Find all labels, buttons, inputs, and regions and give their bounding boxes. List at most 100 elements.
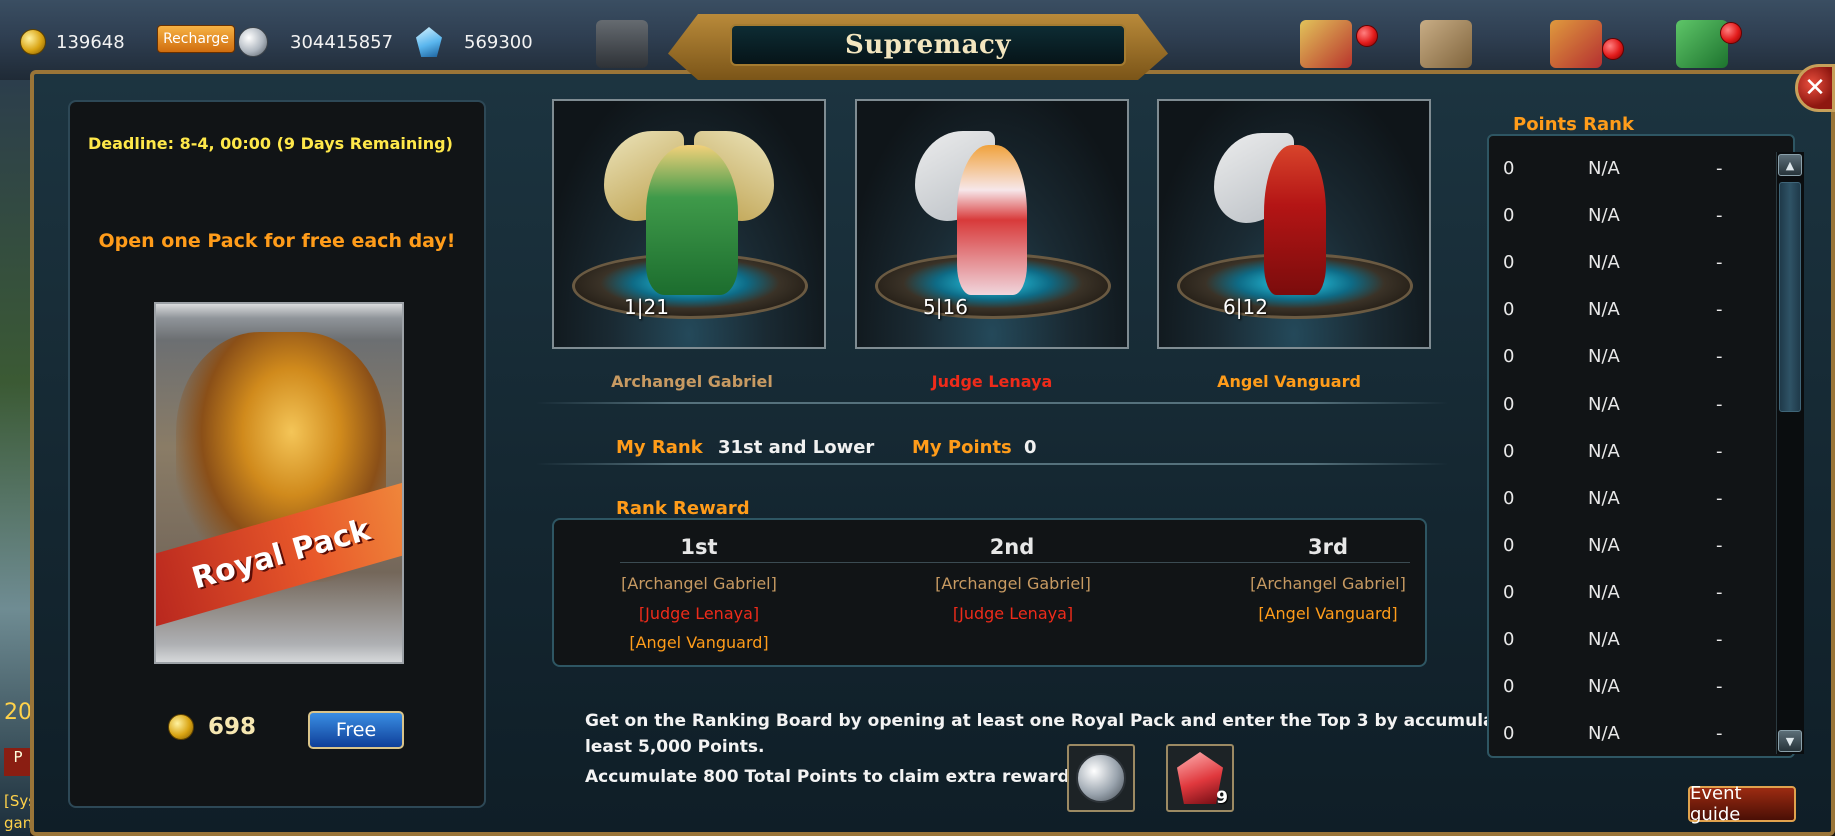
my-rank-value: 31st and Lower <box>718 437 875 458</box>
silver-coin-icon <box>238 27 268 57</box>
reward-item-link[interactable]: [Judge Lenaya] <box>569 604 829 623</box>
silver-coin-icon <box>1076 753 1126 803</box>
points-rank-row: 0 N/A - <box>1503 299 1743 327</box>
points-cell: - <box>1716 582 1723 603</box>
crystal-icon <box>416 27 442 57</box>
notification-dot-icon <box>1602 38 1624 60</box>
points-rank-row: 0 N/A - <box>1503 252 1743 280</box>
info-line-2: least 5,000 Points. <box>585 737 765 757</box>
points-cell: - <box>1716 158 1723 179</box>
hero-card-count: 6|12 <box>1223 295 1268 319</box>
name-cell: N/A <box>1588 252 1620 273</box>
hero-card-archangel-gabriel[interactable]: 1|21 <box>552 99 826 349</box>
points-rank-row: 0 N/A - <box>1503 629 1743 657</box>
points-rank-row: 0 N/A - <box>1503 723 1743 751</box>
hero-figure <box>646 145 738 295</box>
name-cell: N/A <box>1588 629 1620 650</box>
rank-reward-title: Rank Reward <box>616 498 750 519</box>
points-cell: - <box>1716 205 1723 226</box>
free-button[interactable]: Free <box>308 711 404 749</box>
close-icon: ✕ <box>1804 73 1826 103</box>
reward-item-link[interactable]: [Angel Vanguard] <box>1198 604 1458 623</box>
extra-reward-slot-silver[interactable] <box>1067 744 1135 812</box>
quest-icon[interactable] <box>1300 20 1352 68</box>
name-cell: N/A <box>1588 205 1620 226</box>
name-cell: N/A <box>1588 441 1620 462</box>
reward-quantity: 9 <box>1216 788 1228 808</box>
name-cell: N/A <box>1588 299 1620 320</box>
arrow-down-icon: ▼ <box>1785 734 1795 748</box>
name-cell: N/A <box>1588 676 1620 697</box>
name-cell: N/A <box>1588 535 1620 556</box>
hero-card-count: 5|16 <box>923 295 968 319</box>
gold-coin-icon <box>20 29 46 55</box>
rank-cell: 0 <box>1503 723 1515 744</box>
game-screen: 20 P [Sys gan 139648 Recharge 304415857 … <box>0 0 1835 836</box>
name-cell: N/A <box>1588 488 1620 509</box>
rank-reward-1st: 1st <box>680 535 718 559</box>
hero-card-judge-lenaya[interactable]: 5|16 <box>855 99 1129 349</box>
points-rank-row: 0 N/A - <box>1503 676 1743 704</box>
hero-figure <box>1264 145 1326 295</box>
points-cell: - <box>1716 676 1723 697</box>
close-button[interactable]: ✕ <box>1795 64 1835 112</box>
rank-cell: 0 <box>1503 629 1515 650</box>
points-rank-row: 0 N/A - <box>1503 535 1743 563</box>
recharge-button[interactable]: Recharge <box>157 25 235 53</box>
rank-cell: 0 <box>1503 252 1515 273</box>
window-title: Supremacy <box>845 30 1011 60</box>
extra-reward-slot-gem[interactable]: 9 <box>1166 744 1234 812</box>
points-cell: - <box>1716 488 1723 509</box>
info-line-1: Get on the Ranking Board by opening at l… <box>585 711 1559 731</box>
name-cell: N/A <box>1588 158 1620 179</box>
edge-number: 20 <box>4 700 32 725</box>
free-daily-text: Open one Pack for free each day! <box>98 230 456 252</box>
scroll-icon[interactable] <box>1420 20 1472 68</box>
reward-item-link[interactable]: [Judge Lenaya] <box>883 604 1143 623</box>
hero-card-count: 1|21 <box>624 295 669 319</box>
reward-item-link[interactable]: [Archangel Gabriel] <box>883 574 1143 593</box>
points-rank-title: Points Rank <box>1513 114 1634 135</box>
points-rank-row: 0 N/A - <box>1503 441 1743 469</box>
points-rank-row: 0 N/A - <box>1503 205 1743 233</box>
arrow-up-icon: ▲ <box>1785 158 1795 172</box>
divider <box>536 463 1448 465</box>
points-rank-row: 0 N/A - <box>1503 394 1743 422</box>
silver-resource: 304415857 <box>238 27 393 57</box>
gold-amount: 139648 <box>56 31 125 53</box>
reward-item-link[interactable]: [Archangel Gabriel] <box>1198 574 1458 593</box>
rank-cell: 0 <box>1503 441 1515 462</box>
reward-item-link[interactable]: [Angel Vanguard] <box>569 633 829 652</box>
rank-reward-3rd: 3rd <box>1307 535 1348 559</box>
gold-resource: 139648 <box>20 27 125 57</box>
reward-item-link[interactable]: [Archangel Gabriel] <box>569 574 829 593</box>
scroll-down-button[interactable]: ▼ <box>1778 730 1802 752</box>
points-cell: - <box>1716 394 1723 415</box>
rank-reward-2nd: 2nd <box>989 535 1035 559</box>
name-cell: N/A <box>1588 394 1620 415</box>
name-cell: N/A <box>1588 582 1620 603</box>
my-points-label: My Points <box>912 437 1012 458</box>
edge-button[interactable]: P <box>4 748 32 776</box>
points-rank-row: 0 N/A - <box>1503 346 1743 374</box>
divider <box>536 402 1448 404</box>
scroll-up-button[interactable]: ▲ <box>1778 154 1802 176</box>
notification-dot-icon <box>1720 22 1742 44</box>
crystal-resource: 569300 <box>416 27 533 57</box>
hero-card-angel-vanguard[interactable]: 6|12 <box>1157 99 1431 349</box>
event-guide-button[interactable]: Event guide <box>1688 783 1796 825</box>
name-cell: N/A <box>1588 346 1620 367</box>
royal-pack-card[interactable]: Royal Pack <box>154 302 404 664</box>
scroll-thumb[interactable] <box>1779 182 1801 412</box>
chart-icon[interactable] <box>1550 20 1602 68</box>
points-rank-row: 0 N/A - <box>1503 488 1743 516</box>
crystal-amount: 569300 <box>464 31 533 53</box>
gold-coin-icon <box>168 714 194 740</box>
hero-name-judge-lenaya: Judge Lenaya <box>931 372 1053 391</box>
hero-name-archangel-gabriel: Archangel Gabriel <box>611 372 773 391</box>
points-cell: - <box>1716 535 1723 556</box>
rank-cell: 0 <box>1503 346 1515 367</box>
castle-icon[interactable] <box>596 20 648 68</box>
points-cell: - <box>1716 252 1723 273</box>
rank-cell: 0 <box>1503 299 1515 320</box>
